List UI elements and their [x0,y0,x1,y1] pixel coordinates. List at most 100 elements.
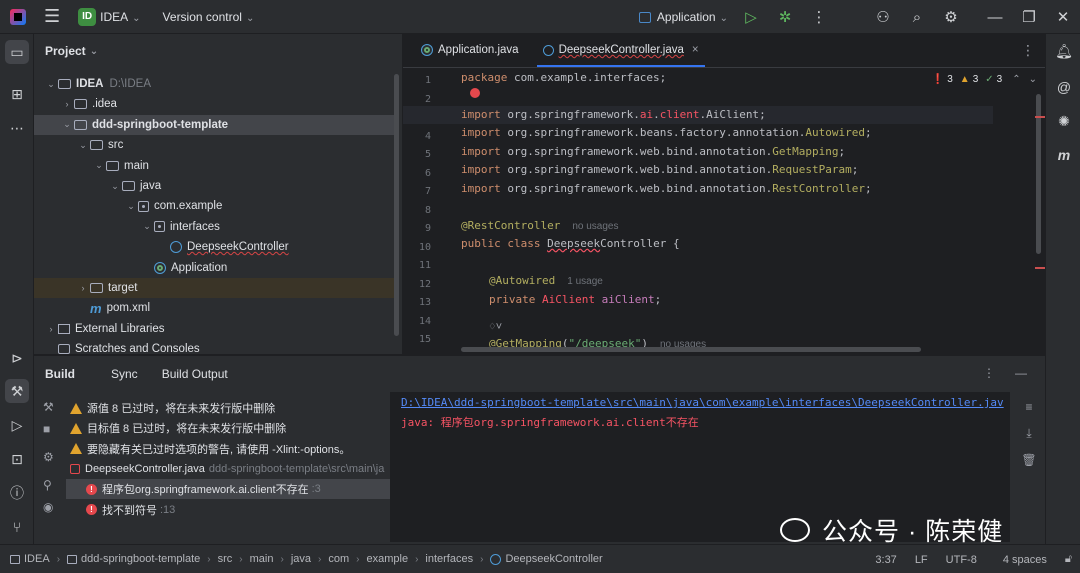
chevron-down-icon[interactable]: ⌄ [92,160,106,171]
line-number[interactable]: 13 [403,297,431,308]
tree-item-scratches-and-consoles[interactable]: Scratches and Consoles [34,339,394,354]
line-separator[interactable]: LF [915,554,928,566]
line-number[interactable]: 9 [403,223,431,234]
git-tool-icon[interactable]: ⑂ [5,515,29,539]
breadcrumb-item[interactable]: java [291,553,311,565]
debug-icon[interactable]: ✲ [768,8,802,26]
chevron-down-icon[interactable]: ⌄ [124,201,138,212]
build-message-row[interactable]: ! 找不到符号:13 [66,500,390,520]
notifications-bell-icon[interactable]: 🔔︎ [1053,40,1075,62]
line-number[interactable]: 1 [403,75,431,86]
build-message-row[interactable]: DeepseekController.java ddd-springboot-te… [66,459,390,479]
more-options-icon[interactable]: ⋮ [983,366,995,380]
minimize-icon[interactable]: — [978,9,1012,26]
build-message-row[interactable]: 要隐藏有关已过时选项的警告, 请使用 -Xlint:-options。 [66,439,390,459]
scroll-to-end-icon[interactable]: ⤓ [1019,426,1039,441]
chevron-right-icon[interactable]: › [60,99,74,109]
tree-item-java[interactable]: ⌄ java [34,176,394,196]
clear-trash-icon[interactable]: 🗑︎ [1019,453,1039,467]
run-icon[interactable]: ▷ [734,8,768,26]
structure-tool-icon[interactable]: ⊞ [5,82,29,106]
tree-item-external-libraries[interactable]: › External Libraries [34,319,394,339]
prev-problem-icon[interactable]: ⌃ [1012,74,1020,85]
project-panel-header[interactable]: Project ⌄ [34,34,402,68]
close-window-icon[interactable]: ✕ [1046,8,1080,26]
tree-item-idea[interactable]: ⌄ IDEA D:\IDEA [34,74,394,94]
tree-item-application[interactable]: Application [34,258,394,278]
more-tools-icon[interactable]: ⋯ [5,116,29,140]
chevron-down-icon[interactable]: ⌄ [60,119,74,130]
line-number[interactable]: 6 [403,168,431,179]
breadcrumb-item[interactable]: example [366,553,408,565]
line-number[interactable]: 8 [403,205,431,216]
build-tool-hammer-icon[interactable]: ⚒ [5,379,29,403]
soft-wrap-icon[interactable]: ≡ [1019,400,1039,414]
minimize-panel-icon[interactable]: — [1015,366,1027,380]
tree-item-idea[interactable]: › .idea [34,94,394,114]
main-menu-icon[interactable]: ☰ [44,6,60,27]
project-tool-folder-icon[interactable]: ▭ [5,40,29,64]
stop-icon[interactable]: ■ [43,422,50,436]
line-number[interactable]: 10 [403,242,431,253]
intellij-logo-icon[interactable] [10,8,26,25]
line-number[interactable]: 4 [403,131,431,142]
tree-item-main[interactable]: ⌄ main [34,156,394,176]
editor-vertical-scrollbar[interactable] [1036,94,1041,254]
code-lens-hint[interactable]: ♢˅ [489,318,502,336]
restore-icon[interactable]: ❐ [1012,8,1046,26]
tabs-more-icon[interactable]: ⋮ [1021,42,1035,59]
settings-gear-icon[interactable]: ⚙ [43,450,54,464]
chevron-down-icon[interactable]: ⌄ [108,181,122,192]
problems-tool-icon[interactable]: ⓘ [5,481,29,505]
breadcrumb-item[interactable]: IDEA [24,553,50,565]
line-number[interactable]: 5 [403,149,431,160]
editor-horizontal-scrollbar[interactable] [461,347,921,352]
run-tool-icon[interactable]: ▷ [5,413,29,437]
indent-setting[interactable]: 4 spaces [1003,554,1047,566]
eye-icon[interactable]: ◉ [43,500,53,514]
error-stripe-mark[interactable] [1035,267,1045,269]
pin-icon[interactable]: ⚲ [43,478,52,492]
settings-gear-icon[interactable]: ⚙ [934,8,968,26]
line-number[interactable]: 7 [403,186,431,197]
tab-deepseekcontroller-java[interactable]: DeepseekController.java × [531,34,711,67]
breadcrumb-item[interactable]: src [218,553,233,565]
tab-sync[interactable]: Sync [111,367,138,381]
tab-build-output[interactable]: Build Output [162,367,228,381]
build-message-row[interactable]: 源值 8 已过时，将在未来发行版中删除 [66,398,390,418]
inspection-widget[interactable]: ❗ 3 ▲ 3 ✓ 3 ⌃ ⌄ [929,74,1037,85]
tree-item-deepseekcontroller[interactable]: DeepseekController [34,237,394,257]
breadcrumb-item[interactable]: com [328,553,349,565]
line-number[interactable]: 15 [403,334,431,345]
caret-position[interactable]: 3:37 [875,554,896,566]
chevron-down-icon[interactable]: ⌄ [140,221,154,232]
breadcrumb-item[interactable]: DeepseekController [505,553,602,565]
build-message-row[interactable]: ! 程序包org.springframework.ai.client不存在:3 [66,479,390,500]
error-bulb-icon[interactable] [470,88,480,98]
line-number[interactable]: 2 [403,94,431,105]
project-badge[interactable]: ID [78,7,97,26]
chevron-down-icon[interactable]: ⌄ [44,79,58,90]
rebuild-hammer-icon[interactable]: ⚒ [43,400,54,414]
tree-item-com-example[interactable]: ⌄ com.example [34,196,394,216]
readonly-lock-icon[interactable]: 🔓︎ [1065,553,1072,566]
search-icon[interactable]: ⌕ [900,9,934,26]
line-number[interactable]: 12 [403,279,431,290]
version-control-menu[interactable]: Version control ⌄ [163,10,255,24]
terminal-tool-icon[interactable]: ⊡ [5,447,29,471]
tree-item-interfaces[interactable]: ⌄ interfaces [34,217,394,237]
tree-item-src[interactable]: ⌄ src [34,135,394,155]
add-user-icon[interactable]: ⚇ [866,8,900,26]
more-actions-icon[interactable]: ⋮ [802,8,836,26]
tree-item-target[interactable]: › target [34,278,394,298]
error-file-link[interactable]: D:\IDEA\ddd-springboot-template\src\main… [401,396,1004,409]
tree-item-ddd-springboot-template[interactable]: ⌄ ddd-springboot-template [34,114,394,135]
project-scrollbar[interactable] [394,74,399,336]
tree-item-pom-xml[interactable]: m pom.xml [34,298,394,318]
file-encoding[interactable]: UTF-8 [946,554,977,566]
line-number[interactable]: 11 [403,260,431,271]
breadcrumb-item[interactable]: interfaces [425,553,473,565]
tab-application-java[interactable]: Application.java [409,34,531,67]
line-number[interactable]: 14 [403,316,431,327]
error-stripe-mark[interactable] [1035,116,1045,118]
